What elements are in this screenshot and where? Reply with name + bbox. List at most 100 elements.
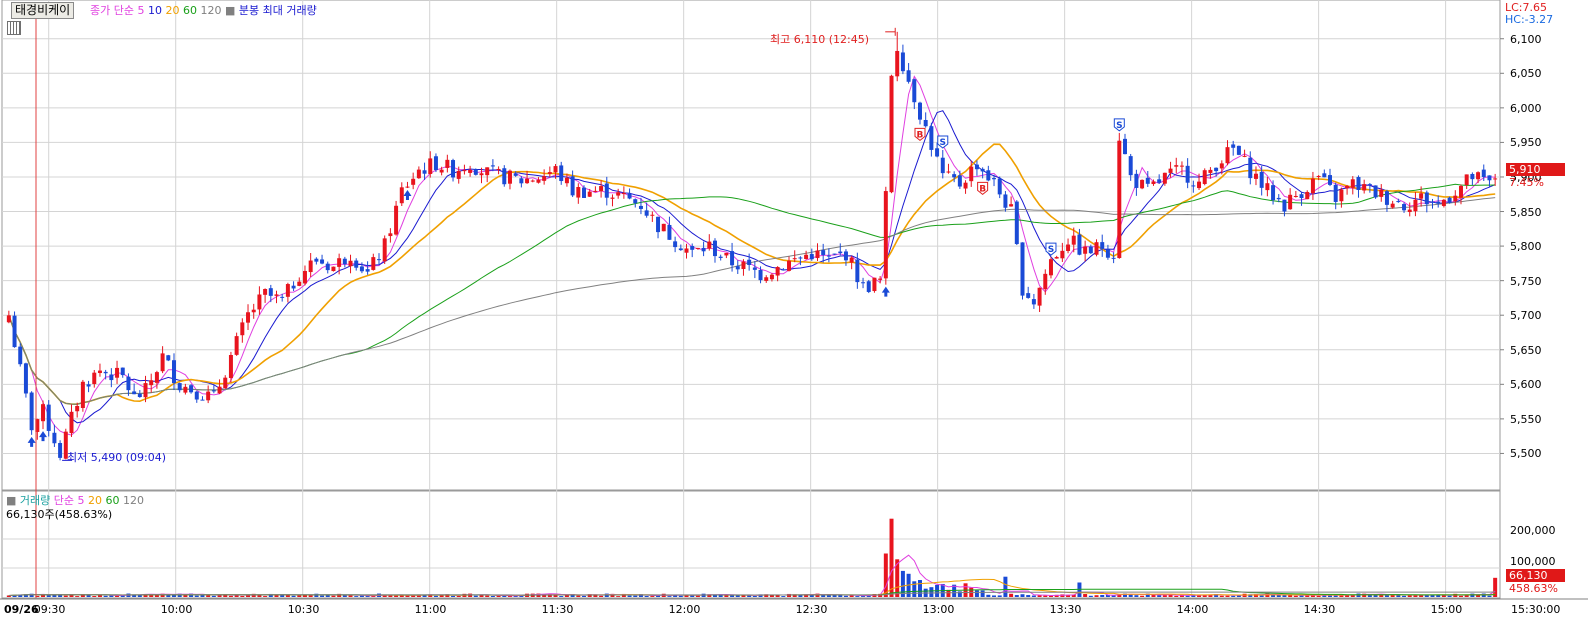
candle-body <box>1020 242 1025 296</box>
candle-body <box>337 258 342 267</box>
price-tick-label: 5,500 <box>1510 447 1542 461</box>
candle-body <box>957 175 962 187</box>
volume-bar <box>1384 595 1389 597</box>
volume-bar <box>986 594 991 597</box>
candle-body <box>399 187 404 204</box>
candle-body <box>377 259 381 261</box>
candle-body <box>826 255 831 257</box>
volume-bar <box>1185 595 1190 597</box>
ma-120-label: 120 <box>200 4 222 17</box>
price-tick-label: 5,650 <box>1510 343 1542 357</box>
candle-body <box>52 432 57 444</box>
candle-body <box>570 176 575 196</box>
volume-bar <box>194 595 199 597</box>
volume-bar <box>1037 595 1042 597</box>
volume-bar <box>821 595 826 597</box>
hc-label: HC:-3.27 <box>1505 13 1554 26</box>
candle-body <box>1470 173 1475 180</box>
candle-body <box>730 251 735 266</box>
volume-marker-icon: ■ <box>6 494 17 507</box>
volume-bar <box>1014 595 1019 597</box>
candle-body <box>1185 165 1190 183</box>
signal-letter: S <box>1048 245 1054 255</box>
candle-body <box>411 178 416 185</box>
candle-body <box>354 260 359 268</box>
candle-body <box>724 252 729 256</box>
volume-bar <box>399 595 404 597</box>
volume-bar <box>1430 595 1435 597</box>
time-tick-label: 13:30 <box>1049 603 1082 616</box>
candle-body <box>861 282 866 284</box>
candle-body <box>798 257 803 259</box>
candle-body <box>1123 138 1127 155</box>
ma-60-label: 60 <box>182 4 197 17</box>
candle-body <box>1413 199 1418 212</box>
candle-body <box>621 192 626 195</box>
stock-name-button[interactable]: 태경비케이 <box>11 2 75 19</box>
candle-body <box>280 296 285 298</box>
candle-body <box>1043 273 1048 290</box>
candle-body <box>211 390 216 392</box>
candle-body <box>137 393 142 398</box>
candle-body <box>997 178 1002 195</box>
candle-body <box>940 157 945 174</box>
candle-body <box>684 248 689 253</box>
candle-body <box>1253 173 1258 179</box>
volume-panel-frame <box>1 490 1501 599</box>
volume-bar <box>1088 595 1093 597</box>
candle-body <box>473 169 478 175</box>
candle-body <box>599 186 604 192</box>
candle-body <box>1333 184 1338 202</box>
candle-body <box>217 386 222 394</box>
candle-body <box>416 169 421 179</box>
volume-bar <box>974 590 979 597</box>
candle-body <box>200 399 205 401</box>
volume-bar <box>456 595 461 597</box>
candle-body <box>1305 191 1310 200</box>
volume-bar <box>1402 595 1407 597</box>
time-tick-label: 12:00 <box>668 603 701 616</box>
volume-bar <box>1447 595 1452 597</box>
volume-bar <box>627 595 632 597</box>
candle-body <box>1487 175 1492 181</box>
signal-letter: B <box>979 184 986 194</box>
candle-body <box>1202 170 1207 185</box>
grid-settings-icon[interactable] <box>7 21 21 35</box>
candle-body <box>1168 168 1173 173</box>
current-volume-badge: 66,130 <box>1506 569 1565 582</box>
candle-body <box>325 263 330 271</box>
current-volume-pct: 458.63% <box>1509 582 1558 595</box>
candle-body <box>1088 246 1093 254</box>
candle-body <box>712 240 717 257</box>
volume-bar <box>1003 576 1008 597</box>
candle-body <box>974 164 979 170</box>
candle-body <box>1157 179 1162 183</box>
volume-bar <box>1026 595 1031 597</box>
volume-bar <box>228 595 233 597</box>
candle-body <box>1453 195 1458 202</box>
candle-body <box>246 312 251 323</box>
volume-bar <box>394 595 399 597</box>
candle-body <box>906 70 911 82</box>
candle-body <box>371 257 376 270</box>
candle-body <box>690 245 695 250</box>
buy-signal-arrow <box>27 436 36 447</box>
candle-body <box>320 259 325 264</box>
vol-ma-20-label: 20 <box>88 494 103 507</box>
candle-body <box>1271 185 1276 201</box>
candle-body <box>1322 173 1327 178</box>
volume-bar <box>582 595 587 597</box>
candle-body <box>1379 189 1384 197</box>
candle-body <box>75 405 80 412</box>
ma-5-line <box>8 75 1496 436</box>
candle-body <box>1276 197 1281 200</box>
candle-body <box>576 187 581 198</box>
volume-bar <box>325 595 330 597</box>
candle-body <box>593 190 598 192</box>
candle-body <box>1151 181 1156 185</box>
candle-body <box>456 170 461 179</box>
candle-body <box>183 386 188 393</box>
volume-bar <box>667 596 672 597</box>
candle-body <box>1345 185 1350 189</box>
volume-legend: ■ 거래량 단순 5 20 60 120 <box>6 494 144 507</box>
